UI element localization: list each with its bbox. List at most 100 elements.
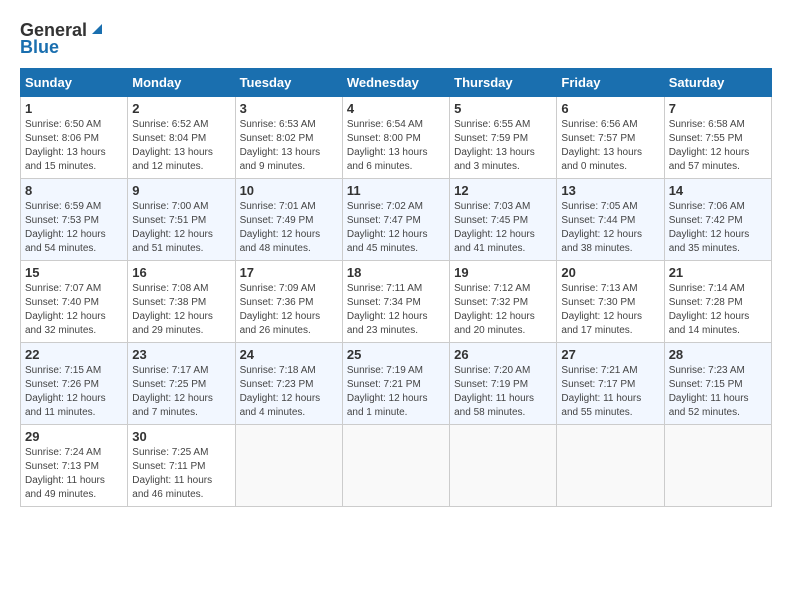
day-sunset: Sunset: 7:44 PM — [561, 215, 635, 226]
calendar-week-4: 22 Sunrise: 7:15 AM Sunset: 7:26 PM Dayl… — [21, 343, 772, 425]
calendar-header-friday: Friday — [557, 69, 664, 97]
day-daylight: Daylight: 12 hours and 20 minutes. — [454, 311, 535, 336]
day-number: 27 — [561, 347, 659, 362]
day-sunset: Sunset: 7:11 PM — [132, 461, 205, 472]
calendar-header-saturday: Saturday — [664, 69, 771, 97]
day-sunrise: Sunrise: 7:14 AM — [669, 283, 745, 294]
day-number: 25 — [347, 347, 445, 362]
day-sunrise: Sunrise: 6:56 AM — [561, 119, 637, 130]
calendar-cell: 5 Sunrise: 6:55 AM Sunset: 7:59 PM Dayli… — [450, 97, 557, 179]
day-sunrise: Sunrise: 6:53 AM — [240, 119, 316, 130]
calendar-cell — [557, 425, 664, 507]
day-daylight: Daylight: 11 hours and 46 minutes. — [132, 475, 212, 500]
day-sunrise: Sunrise: 7:25 AM — [132, 447, 208, 458]
day-sunrise: Sunrise: 7:09 AM — [240, 283, 316, 294]
day-daylight: Daylight: 12 hours and 41 minutes. — [454, 229, 535, 254]
calendar-header-row: SundayMondayTuesdayWednesdayThursdayFrid… — [21, 69, 772, 97]
day-sunset: Sunset: 8:04 PM — [132, 133, 206, 144]
day-number: 18 — [347, 265, 445, 280]
day-sunrise: Sunrise: 6:55 AM — [454, 119, 530, 130]
day-number: 23 — [132, 347, 230, 362]
calendar-week-1: 1 Sunrise: 6:50 AM Sunset: 8:06 PM Dayli… — [21, 97, 772, 179]
calendar-cell: 28 Sunrise: 7:23 AM Sunset: 7:15 PM Dayl… — [664, 343, 771, 425]
day-sunset: Sunset: 7:40 PM — [25, 297, 99, 308]
day-number: 29 — [25, 429, 123, 444]
calendar-cell: 29 Sunrise: 7:24 AM Sunset: 7:13 PM Dayl… — [21, 425, 128, 507]
day-number: 6 — [561, 101, 659, 116]
day-sunrise: Sunrise: 6:52 AM — [132, 119, 208, 130]
day-daylight: Daylight: 12 hours and 35 minutes. — [669, 229, 750, 254]
calendar-cell: 17 Sunrise: 7:09 AM Sunset: 7:36 PM Dayl… — [235, 261, 342, 343]
day-number: 7 — [669, 101, 767, 116]
calendar-week-2: 8 Sunrise: 6:59 AM Sunset: 7:53 PM Dayli… — [21, 179, 772, 261]
day-number: 22 — [25, 347, 123, 362]
calendar-body: 1 Sunrise: 6:50 AM Sunset: 8:06 PM Dayli… — [21, 97, 772, 507]
day-sunset: Sunset: 8:02 PM — [240, 133, 314, 144]
day-daylight: Daylight: 12 hours and 1 minute. — [347, 393, 428, 418]
day-sunset: Sunset: 7:51 PM — [132, 215, 206, 226]
day-daylight: Daylight: 12 hours and 7 minutes. — [132, 393, 213, 418]
calendar-cell — [235, 425, 342, 507]
day-number: 12 — [454, 183, 552, 198]
day-sunrise: Sunrise: 7:20 AM — [454, 365, 530, 376]
day-daylight: Daylight: 11 hours and 55 minutes. — [561, 393, 641, 418]
day-sunset: Sunset: 7:17 PM — [561, 379, 635, 390]
day-daylight: Daylight: 12 hours and 23 minutes. — [347, 311, 428, 336]
day-sunset: Sunset: 7:45 PM — [454, 215, 528, 226]
day-number: 15 — [25, 265, 123, 280]
day-sunrise: Sunrise: 6:54 AM — [347, 119, 423, 130]
day-number: 13 — [561, 183, 659, 198]
calendar-cell: 12 Sunrise: 7:03 AM Sunset: 7:45 PM Dayl… — [450, 179, 557, 261]
calendar-cell: 10 Sunrise: 7:01 AM Sunset: 7:49 PM Dayl… — [235, 179, 342, 261]
day-daylight: Daylight: 13 hours and 12 minutes. — [132, 147, 213, 172]
day-sunrise: Sunrise: 7:08 AM — [132, 283, 208, 294]
day-number: 3 — [240, 101, 338, 116]
day-daylight: Daylight: 11 hours and 58 minutes. — [454, 393, 534, 418]
calendar-cell: 30 Sunrise: 7:25 AM Sunset: 7:11 PM Dayl… — [128, 425, 235, 507]
day-sunrise: Sunrise: 7:01 AM — [240, 201, 316, 212]
calendar-cell: 24 Sunrise: 7:18 AM Sunset: 7:23 PM Dayl… — [235, 343, 342, 425]
day-sunrise: Sunrise: 7:12 AM — [454, 283, 530, 294]
day-daylight: Daylight: 12 hours and 45 minutes. — [347, 229, 428, 254]
calendar-cell: 1 Sunrise: 6:50 AM Sunset: 8:06 PM Dayli… — [21, 97, 128, 179]
day-sunset: Sunset: 7:53 PM — [25, 215, 99, 226]
day-number: 10 — [240, 183, 338, 198]
day-daylight: Daylight: 13 hours and 9 minutes. — [240, 147, 321, 172]
calendar-header-wednesday: Wednesday — [342, 69, 449, 97]
calendar-header-monday: Monday — [128, 69, 235, 97]
calendar-cell: 19 Sunrise: 7:12 AM Sunset: 7:32 PM Dayl… — [450, 261, 557, 343]
day-sunrise: Sunrise: 7:06 AM — [669, 201, 745, 212]
day-sunset: Sunset: 7:36 PM — [240, 297, 314, 308]
day-sunset: Sunset: 7:47 PM — [347, 215, 421, 226]
day-sunrise: Sunrise: 7:15 AM — [25, 365, 101, 376]
day-number: 9 — [132, 183, 230, 198]
day-number: 14 — [669, 183, 767, 198]
calendar-header-sunday: Sunday — [21, 69, 128, 97]
day-sunrise: Sunrise: 7:21 AM — [561, 365, 637, 376]
day-sunset: Sunset: 7:21 PM — [347, 379, 421, 390]
day-sunrise: Sunrise: 7:19 AM — [347, 365, 423, 376]
logo: General Blue — [20, 20, 104, 58]
calendar-header-tuesday: Tuesday — [235, 69, 342, 97]
calendar-cell: 21 Sunrise: 7:14 AM Sunset: 7:28 PM Dayl… — [664, 261, 771, 343]
calendar-cell: 18 Sunrise: 7:11 AM Sunset: 7:34 PM Dayl… — [342, 261, 449, 343]
day-sunrise: Sunrise: 7:18 AM — [240, 365, 316, 376]
day-number: 19 — [454, 265, 552, 280]
day-daylight: Daylight: 12 hours and 51 minutes. — [132, 229, 213, 254]
calendar-cell: 14 Sunrise: 7:06 AM Sunset: 7:42 PM Dayl… — [664, 179, 771, 261]
logo-blue-text: Blue — [20, 37, 59, 58]
day-sunset: Sunset: 7:34 PM — [347, 297, 421, 308]
day-number: 1 — [25, 101, 123, 116]
header: General Blue — [20, 20, 772, 58]
day-number: 16 — [132, 265, 230, 280]
day-daylight: Daylight: 12 hours and 54 minutes. — [25, 229, 106, 254]
day-number: 11 — [347, 183, 445, 198]
calendar-cell: 3 Sunrise: 6:53 AM Sunset: 8:02 PM Dayli… — [235, 97, 342, 179]
calendar-cell: 6 Sunrise: 6:56 AM Sunset: 7:57 PM Dayli… — [557, 97, 664, 179]
calendar-cell — [450, 425, 557, 507]
calendar-week-3: 15 Sunrise: 7:07 AM Sunset: 7:40 PM Dayl… — [21, 261, 772, 343]
calendar-cell: 22 Sunrise: 7:15 AM Sunset: 7:26 PM Dayl… — [21, 343, 128, 425]
day-sunset: Sunset: 7:19 PM — [454, 379, 528, 390]
day-sunrise: Sunrise: 7:02 AM — [347, 201, 423, 212]
day-daylight: Daylight: 12 hours and 17 minutes. — [561, 311, 642, 336]
